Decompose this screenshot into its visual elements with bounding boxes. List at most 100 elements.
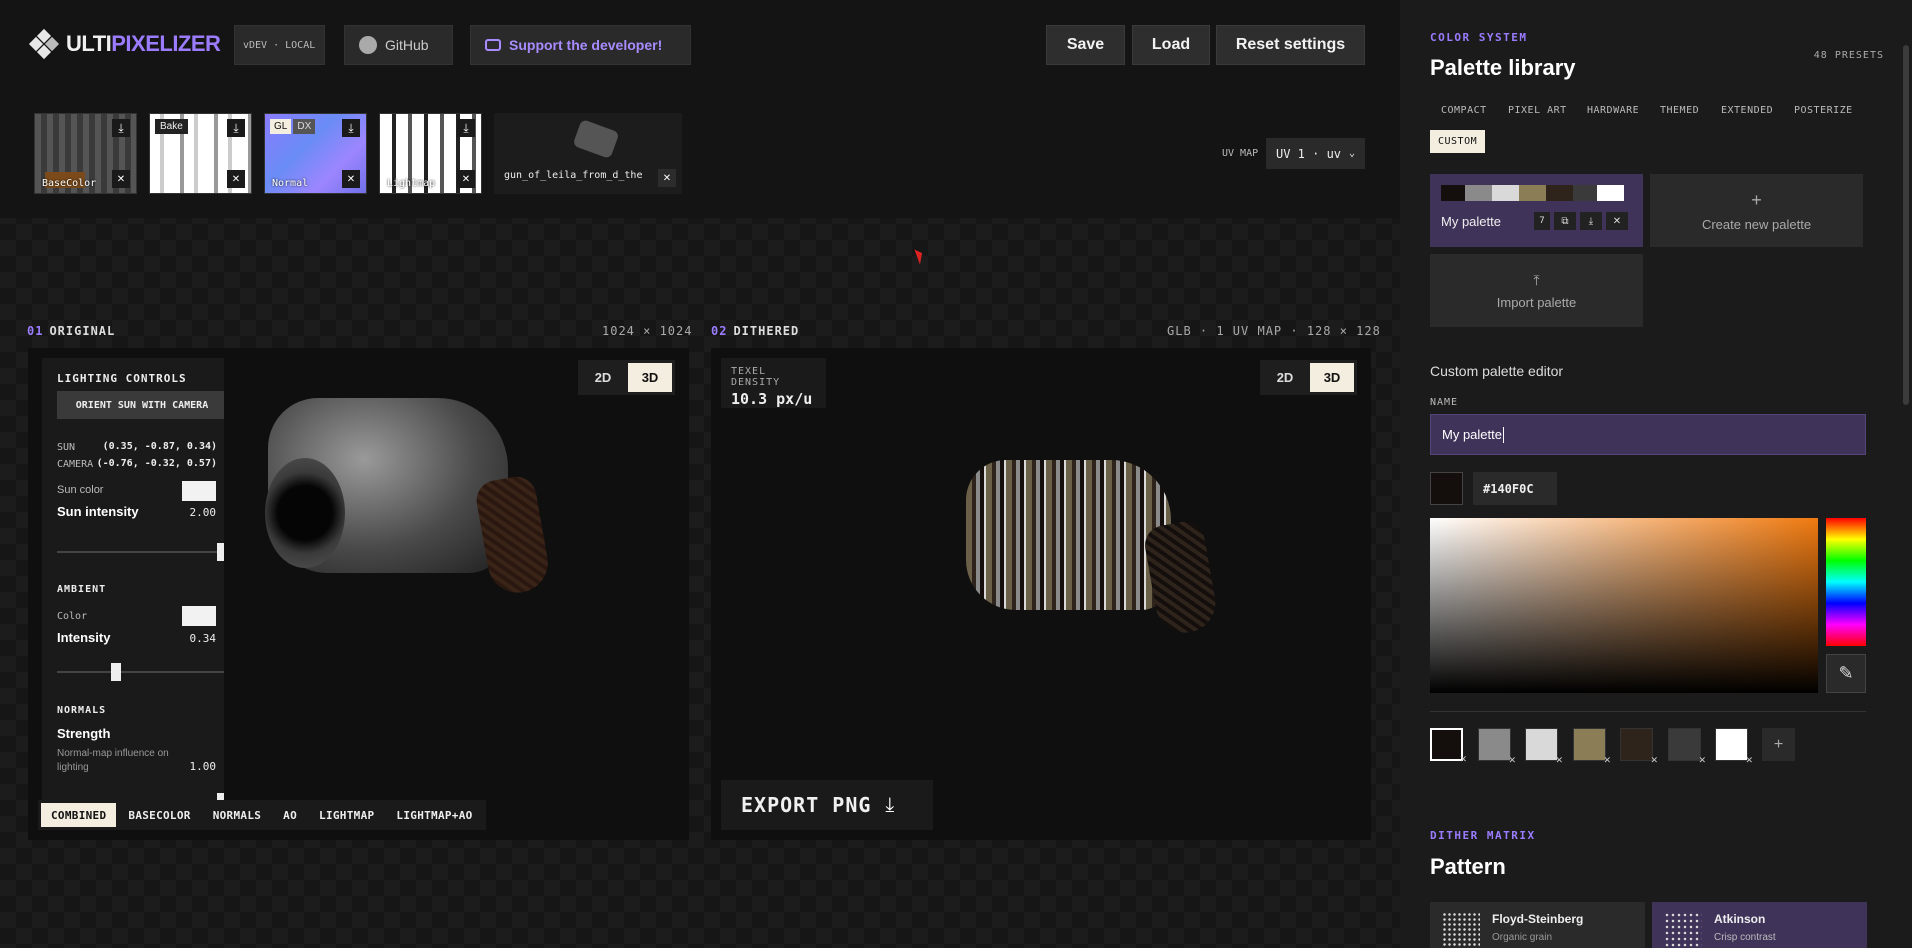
texture-thumb-basecolor[interactable]: ⤓ ✕ BaseColor (34, 113, 137, 194)
create-palette-button[interactable]: + Create new palette (1650, 174, 1863, 247)
sun-color-swatch[interactable] (182, 481, 216, 501)
texture-thumb-normal[interactable]: GL DX ⤓ ✕ Normal (264, 113, 367, 194)
uv-map-select[interactable]: UV 1 · uv ⌄ (1266, 138, 1365, 169)
current-color-swatch[interactable] (1430, 472, 1463, 505)
workspace: ULTIPIXELIZER vDEV · LOCAL GitHub Suppor… (0, 0, 1400, 948)
download-icon[interactable]: ⤓ (1580, 212, 1602, 230)
model-card[interactable]: gun_of_leila_from_d_the ✕ (494, 113, 682, 194)
eyedropper-icon[interactable]: ✎ (1826, 654, 1866, 693)
download-icon[interactable]: ⤓ (457, 119, 475, 137)
scrollbar[interactable] (1903, 45, 1909, 405)
palette-swatch[interactable]: ✕ (1430, 728, 1467, 764)
original-viewer[interactable]: 2D 3D LIGHTING CONTROLS ORIENT SUN WITH … (28, 348, 689, 840)
view-mode-toggle[interactable]: 2D 3D (578, 360, 675, 395)
category-themed[interactable]: THEMED (1660, 105, 1699, 116)
sun-label: SUN (57, 442, 76, 453)
texture-label: Normal (272, 178, 309, 189)
mode-2d-button[interactable]: 2D (581, 363, 625, 392)
lighting-controls-title: LIGHTING CONTROLS (57, 372, 187, 385)
ambient-intensity-slider[interactable] (57, 663, 224, 681)
slider-handle[interactable] (111, 663, 121, 681)
category-custom[interactable]: CUSTOM (1430, 130, 1486, 153)
ambient-color-swatch[interactable] (182, 606, 216, 626)
duplicate-icon[interactable]: ⧉ (1554, 212, 1576, 230)
ambient-heading: AMBIENT (57, 584, 107, 595)
close-icon[interactable]: ✕ (1606, 212, 1628, 230)
category-extended[interactable]: EXTENDED (1721, 105, 1773, 116)
palette-swatch[interactable]: ✕ (1573, 728, 1611, 765)
palette-swatch[interactable]: ✕ (1668, 728, 1706, 765)
palette-swatch[interactable]: ✕ (1620, 728, 1658, 765)
close-icon[interactable]: ✕ (227, 170, 245, 188)
palette-name-input[interactable]: My palette (1430, 414, 1866, 455)
uv-map-label: UV MAP (1222, 148, 1259, 159)
tab-basecolor[interactable]: BASECOLOR (118, 803, 200, 827)
download-icon[interactable]: ⤓ (342, 119, 360, 137)
pattern-atkinson[interactable]: Atkinson Crisp contrast (1652, 902, 1867, 948)
presets-count: 48 PRESETS (1813, 50, 1884, 61)
pattern-name: Atkinson (1714, 912, 1766, 926)
view-mode-toggle[interactable]: 2D 3D (1260, 360, 1357, 395)
gl-toggle[interactable]: GL (270, 119, 292, 134)
close-icon[interactable]: ✕ (457, 170, 475, 188)
sun-intensity-slider[interactable] (57, 543, 224, 561)
import-palette-label: Import palette (1496, 294, 1577, 310)
close-icon[interactable]: ✕ (112, 170, 130, 188)
category-posterize[interactable]: POSTERIZE (1794, 105, 1853, 116)
coffee-icon (485, 39, 501, 51)
reset-settings-button[interactable]: Reset settings (1216, 25, 1365, 65)
hue-slider[interactable] (1826, 518, 1866, 646)
load-button[interactable]: Load (1132, 25, 1210, 65)
dithered-viewer[interactable]: TEXEL DENSITY 10.3 px/u 2D 3D EXPORT PNG… (711, 348, 1371, 840)
sun-intensity-label: Sun intensity (57, 504, 139, 519)
orient-sun-button[interactable]: ORIENT SUN WITH CAMERA (57, 391, 224, 419)
github-button[interactable]: GitHub (344, 25, 453, 65)
category-compact[interactable]: COMPACT (1441, 105, 1487, 116)
category-pixel-art[interactable]: PIXEL ART (1508, 105, 1567, 116)
tab-ao[interactable]: AO (273, 803, 307, 827)
color-picker-area[interactable] (1430, 518, 1818, 693)
tab-lightmap-ao[interactable]: LIGHTMAP+AO (386, 803, 482, 827)
add-color-button[interactable]: + (1762, 728, 1795, 761)
support-button[interactable]: Support the developer! (470, 25, 691, 65)
mode-2d-button[interactable]: 2D (1263, 363, 1307, 392)
texel-density-card: TEXEL DENSITY 10.3 px/u (721, 358, 826, 408)
palette-name: My palette (1441, 214, 1501, 229)
plus-icon: + (1751, 189, 1762, 210)
sun-vector: (0.35, -0.87, 0.34) (102, 441, 217, 452)
dither-pattern-icon (1442, 912, 1480, 948)
mode-3d-button[interactable]: 3D (628, 363, 672, 392)
dithered-heading: 02 DITHERED (711, 324, 800, 338)
dx-toggle[interactable]: DX (293, 119, 316, 134)
view-tabs: COMBINED BASECOLOR NORMALS AO LIGHTMAP L… (38, 800, 486, 830)
sun-intensity-value: 2.00 (189, 506, 217, 519)
import-palette-button[interactable]: ⤒ Import palette (1430, 254, 1643, 327)
download-icon[interactable]: ⤓ (227, 119, 245, 137)
export-png-button[interactable]: EXPORT PNG ⤓ (721, 780, 933, 830)
palette-color-count: 7 (1534, 212, 1550, 230)
mode-3d-button[interactable]: 3D (1310, 363, 1354, 392)
tab-lightmap[interactable]: LIGHTMAP (309, 803, 384, 827)
slider-handle[interactable] (217, 543, 224, 561)
ambient-intensity-value: 0.34 (189, 632, 217, 645)
hex-input[interactable]: #140F0C (1473, 472, 1557, 505)
texture-thumb-bake[interactable]: Bake ⤓ ✕ (149, 113, 252, 194)
tab-combined[interactable]: COMBINED (41, 803, 117, 827)
texture-thumb-lightmap[interactable]: ⤓ ✕ Lightmap (379, 113, 482, 194)
sun-color-label: Sun color (57, 484, 104, 496)
palette-swatch[interactable]: ✕ (1478, 728, 1516, 765)
tab-normals[interactable]: NORMALS (203, 803, 271, 827)
logo-icon (28, 28, 60, 60)
close-icon[interactable]: ✕ (658, 169, 676, 187)
palette-swatch[interactable]: ✕ (1715, 728, 1753, 765)
name-label: NAME (1430, 397, 1459, 408)
download-icon[interactable]: ⤓ (112, 119, 130, 137)
palette-swatch[interactable]: ✕ (1525, 728, 1563, 765)
pattern-floyd-steinberg[interactable]: Floyd-Steinberg Organic grain (1430, 902, 1645, 948)
logo: ULTIPIXELIZER (28, 28, 221, 60)
close-icon[interactable]: ✕ (342, 170, 360, 188)
palette-card-my-palette[interactable]: My palette 7 ⧉ ⤓ ✕ (1430, 174, 1643, 247)
category-hardware[interactable]: HARDWARE (1587, 105, 1639, 116)
ambient-color-label: Color (57, 611, 88, 622)
save-button[interactable]: Save (1046, 25, 1125, 65)
